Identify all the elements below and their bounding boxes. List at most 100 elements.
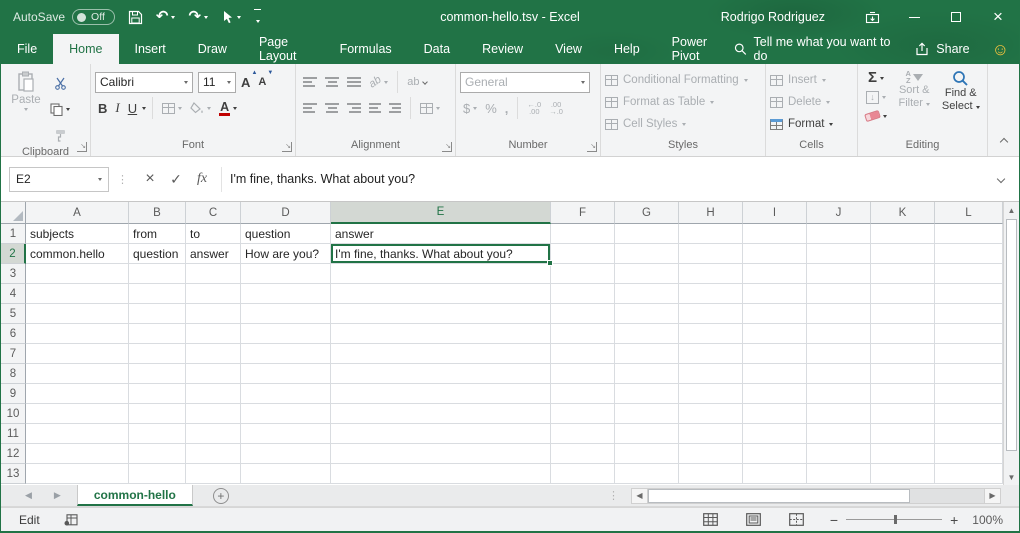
enter-entry-button[interactable]: ✓	[163, 167, 189, 192]
increase-indent-button[interactable]	[386, 97, 404, 119]
tab-power-pivot[interactable]: Power Pivot	[656, 34, 734, 64]
column-header-D[interactable]: D	[241, 202, 331, 224]
cell-D4[interactable]	[241, 284, 331, 304]
column-header-I[interactable]: I	[743, 202, 807, 224]
autosum-button[interactable]: Σ	[862, 70, 890, 86]
cell-D5[interactable]	[241, 304, 331, 324]
cell-B2[interactable]: question	[129, 244, 186, 264]
cell-K8[interactable]	[871, 364, 935, 384]
collapse-ribbon-button[interactable]	[1001, 134, 1007, 148]
tab-page-layout[interactable]: Page Layout	[243, 34, 324, 64]
cell-J11[interactable]	[807, 424, 871, 444]
insert-function-button[interactable]: fx	[189, 167, 215, 192]
format-cells-button[interactable]: Format	[770, 113, 853, 135]
cell-F4[interactable]	[551, 284, 615, 304]
align-left-button[interactable]	[300, 97, 320, 119]
cell-H1[interactable]	[679, 224, 743, 244]
zoom-out-button[interactable]: −	[830, 514, 838, 526]
zoom-slider[interactable]	[846, 519, 942, 520]
cell-A8[interactable]	[26, 364, 129, 384]
cell-L5[interactable]	[935, 304, 1003, 324]
cell-E4[interactable]	[331, 284, 551, 304]
cell-J12[interactable]	[807, 444, 871, 464]
cell-E1[interactable]: answer	[331, 224, 551, 244]
scroll-right-icon[interactable]: ▶	[984, 488, 1001, 504]
cell-D6[interactable]	[241, 324, 331, 344]
row-header-5[interactable]: 5	[1, 304, 26, 324]
cell-G8[interactable]	[615, 364, 679, 384]
tell-me-search[interactable]: Tell me what you want to do	[734, 35, 893, 63]
cell-K2[interactable]	[871, 244, 935, 264]
cell-J1[interactable]	[807, 224, 871, 244]
cell-H8[interactable]	[679, 364, 743, 384]
column-header-B[interactable]: B	[129, 202, 186, 224]
cell-G5[interactable]	[615, 304, 679, 324]
cell-K10[interactable]	[871, 404, 935, 424]
redo-dropdown-icon[interactable]	[204, 16, 208, 19]
touch-mode-dropdown-icon[interactable]	[237, 16, 241, 19]
cell-L9[interactable]	[935, 384, 1003, 404]
cell-B4[interactable]	[129, 284, 186, 304]
cell-A3[interactable]	[26, 264, 129, 284]
cell-H10[interactable]	[679, 404, 743, 424]
cell-H7[interactable]	[679, 344, 743, 364]
cell-A7[interactable]	[26, 344, 129, 364]
row-header-9[interactable]: 9	[1, 384, 26, 404]
cell-C11[interactable]	[186, 424, 241, 444]
cell-E10[interactable]	[331, 404, 551, 424]
copy-button[interactable]	[47, 98, 73, 120]
scroll-up-icon[interactable]: ▲	[1004, 202, 1019, 218]
bottom-align-button[interactable]	[344, 71, 364, 93]
cell-G6[interactable]	[615, 324, 679, 344]
cell-J6[interactable]	[807, 324, 871, 344]
horizontal-scroll-thumb[interactable]	[648, 489, 910, 503]
row-header-6[interactable]: 6	[1, 324, 26, 344]
cell-J9[interactable]	[807, 384, 871, 404]
cell-F6[interactable]	[551, 324, 615, 344]
cell-H4[interactable]	[679, 284, 743, 304]
row-header-13[interactable]: 13	[1, 464, 26, 484]
delete-cells-button[interactable]: Delete	[770, 91, 853, 113]
tab-data[interactable]: Data	[408, 34, 466, 64]
column-header-H[interactable]: H	[679, 202, 743, 224]
cell-E9[interactable]	[331, 384, 551, 404]
number-dialog-launcher[interactable]: ↘	[587, 142, 597, 152]
cell-H5[interactable]	[679, 304, 743, 324]
cell-I12[interactable]	[743, 444, 807, 464]
cell-F7[interactable]	[551, 344, 615, 364]
cell-C13[interactable]	[186, 464, 241, 484]
cell-K9[interactable]	[871, 384, 935, 404]
cell-H2[interactable]	[679, 244, 743, 264]
cell-B10[interactable]	[129, 404, 186, 424]
cell-J4[interactable]	[807, 284, 871, 304]
cell-C7[interactable]	[186, 344, 241, 364]
save-button[interactable]	[128, 10, 143, 25]
cell-F2[interactable]	[551, 244, 615, 264]
middle-align-button[interactable]	[322, 71, 342, 93]
cell-G10[interactable]	[615, 404, 679, 424]
cell-B7[interactable]	[129, 344, 186, 364]
cell-H12[interactable]	[679, 444, 743, 464]
cell-E8[interactable]	[331, 364, 551, 384]
cell-A6[interactable]	[26, 324, 129, 344]
column-header-A[interactable]: A	[26, 202, 129, 224]
zoom-slider-thumb[interactable]	[894, 515, 897, 524]
cell-A1[interactable]: subjects	[26, 224, 129, 244]
fill-button[interactable]: ↓	[862, 89, 890, 105]
underline-button[interactable]: U	[125, 97, 140, 119]
cell-C3[interactable]	[186, 264, 241, 284]
column-header-K[interactable]: K	[871, 202, 935, 224]
cell-K6[interactable]	[871, 324, 935, 344]
cell-L3[interactable]	[935, 264, 1003, 284]
macro-record-button[interactable]	[64, 514, 78, 526]
cell-E12[interactable]	[331, 444, 551, 464]
cell-C10[interactable]	[186, 404, 241, 424]
row-header-1[interactable]: 1	[1, 224, 26, 244]
cell-A2[interactable]: common.hello	[26, 244, 129, 264]
zoom-in-button[interactable]: +	[950, 514, 958, 526]
cell-L10[interactable]	[935, 404, 1003, 424]
tab-review[interactable]: Review	[466, 34, 539, 64]
insert-cells-button[interactable]: Insert	[770, 69, 853, 91]
cell-G13[interactable]	[615, 464, 679, 484]
cell-B1[interactable]: from	[129, 224, 186, 244]
